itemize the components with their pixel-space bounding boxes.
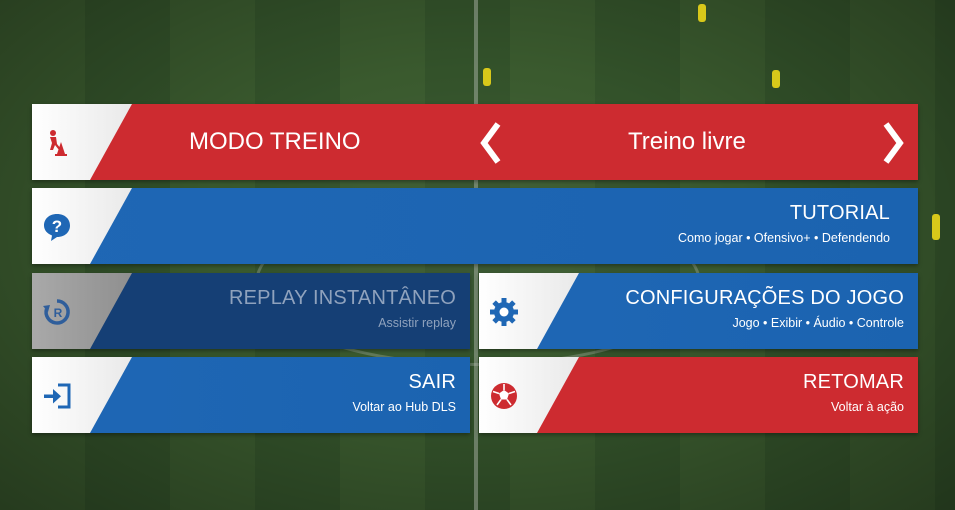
exit-title: SAIR [408, 371, 456, 393]
player-figure [772, 70, 780, 88]
exit-door-icon [40, 379, 74, 413]
training-mode-title: MODO TREINO [189, 128, 361, 155]
resume-subtitle: Voltar à ação [831, 400, 904, 414]
resume-button[interactable]: RETOMAR Voltar à ação [479, 357, 918, 433]
instant-replay-title: REPLAY INSTANTÂNEO [229, 287, 456, 309]
resume-title: RETOMAR [802, 371, 904, 393]
player-figure [483, 68, 491, 86]
training-option-value: Treino livre [628, 128, 746, 155]
player-figure [698, 4, 706, 22]
instant-replay-subtitle: Assistir replay [378, 316, 456, 330]
svg-text:?: ? [52, 217, 62, 236]
chevron-right-icon[interactable] [880, 122, 906, 164]
game-settings-button[interactable]: CONFIGURAÇÕES DO JOGO Jogo • Exibir • Áu… [479, 273, 918, 349]
game-settings-title: CONFIGURAÇÕES DO JOGO [625, 287, 904, 309]
training-cone-icon [40, 126, 74, 160]
tutorial-subtitle: Como jogar • Ofensivo+ • Defendendo [678, 231, 890, 245]
svg-text:R: R [54, 306, 63, 320]
training-mode-bar: MODO TREINO Treino livre [32, 104, 918, 180]
player-figure [932, 214, 940, 240]
tutorial-button[interactable]: ? TUTORIAL Como jogar • Ofensivo+ • Defe… [32, 188, 918, 264]
soccer-ball-icon [487, 379, 521, 413]
instant-replay-button[interactable]: R REPLAY INSTANTÂNEO Assistir replay [32, 273, 470, 349]
replay-icon: R [40, 295, 74, 329]
exit-subtitle: Voltar ao Hub DLS [352, 400, 456, 414]
chevron-left-icon[interactable] [478, 122, 504, 164]
tutorial-title: TUTORIAL [789, 202, 890, 224]
gear-icon [487, 295, 521, 329]
exit-button[interactable]: SAIR Voltar ao Hub DLS [32, 357, 470, 433]
question-bubble-icon: ? [40, 210, 74, 244]
game-settings-subtitle: Jogo • Exibir • Áudio • Controle [732, 316, 904, 330]
